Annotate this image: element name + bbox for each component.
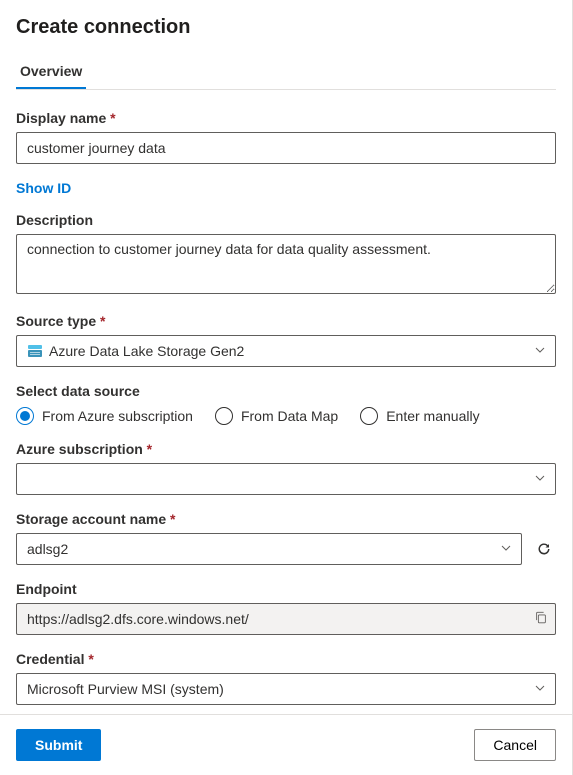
radio-label: Enter manually xyxy=(386,408,479,424)
description-input[interactable] xyxy=(16,234,556,294)
copy-button[interactable] xyxy=(534,611,548,628)
radio-icon xyxy=(16,407,34,425)
display-name-input[interactable] xyxy=(16,132,556,164)
tabs: Overview xyxy=(16,55,556,90)
source-type-label: Source type xyxy=(16,313,556,329)
cancel-button[interactable]: Cancel xyxy=(474,729,556,761)
source-type-select[interactable]: Azure Data Lake Storage Gen2 xyxy=(16,335,556,367)
radio-icon xyxy=(360,407,378,425)
display-name-label: Display name xyxy=(16,110,556,126)
refresh-button[interactable] xyxy=(532,537,556,561)
radio-enter-manually[interactable]: Enter manually xyxy=(360,407,479,425)
radio-from-data-map[interactable]: From Data Map xyxy=(215,407,338,425)
credential-select[interactable]: Microsoft Purview MSI (system) xyxy=(16,673,556,705)
radio-label: From Data Map xyxy=(241,408,338,424)
azure-subscription-select[interactable] xyxy=(16,463,556,495)
storage-account-label: Storage account name xyxy=(16,511,556,527)
credential-label: Credential xyxy=(16,651,556,667)
radio-label: From Azure subscription xyxy=(42,408,193,424)
azure-subscription-label: Azure subscription xyxy=(16,441,556,457)
radio-from-azure[interactable]: From Azure subscription xyxy=(16,407,193,425)
endpoint-label: Endpoint xyxy=(16,581,556,597)
endpoint-field: https://adlsg2.dfs.core.windows.net/ xyxy=(16,603,556,635)
refresh-icon xyxy=(536,541,552,557)
page-title: Create connection xyxy=(16,16,556,39)
storage-account-value: adlsg2 xyxy=(27,541,68,557)
select-data-source-label: Select data source xyxy=(16,383,556,399)
credential-value: Microsoft Purview MSI (system) xyxy=(27,681,224,697)
tab-overview[interactable]: Overview xyxy=(16,55,86,89)
description-label: Description xyxy=(16,212,556,228)
submit-button[interactable]: Submit xyxy=(16,729,101,761)
adls-icon xyxy=(27,343,43,359)
source-type-value: Azure Data Lake Storage Gen2 xyxy=(49,343,244,359)
storage-account-select[interactable]: adlsg2 xyxy=(16,533,522,565)
endpoint-value: https://adlsg2.dfs.core.windows.net/ xyxy=(27,611,249,627)
show-id-link[interactable]: Show ID xyxy=(16,180,71,196)
radio-icon xyxy=(215,407,233,425)
copy-icon xyxy=(534,611,548,625)
